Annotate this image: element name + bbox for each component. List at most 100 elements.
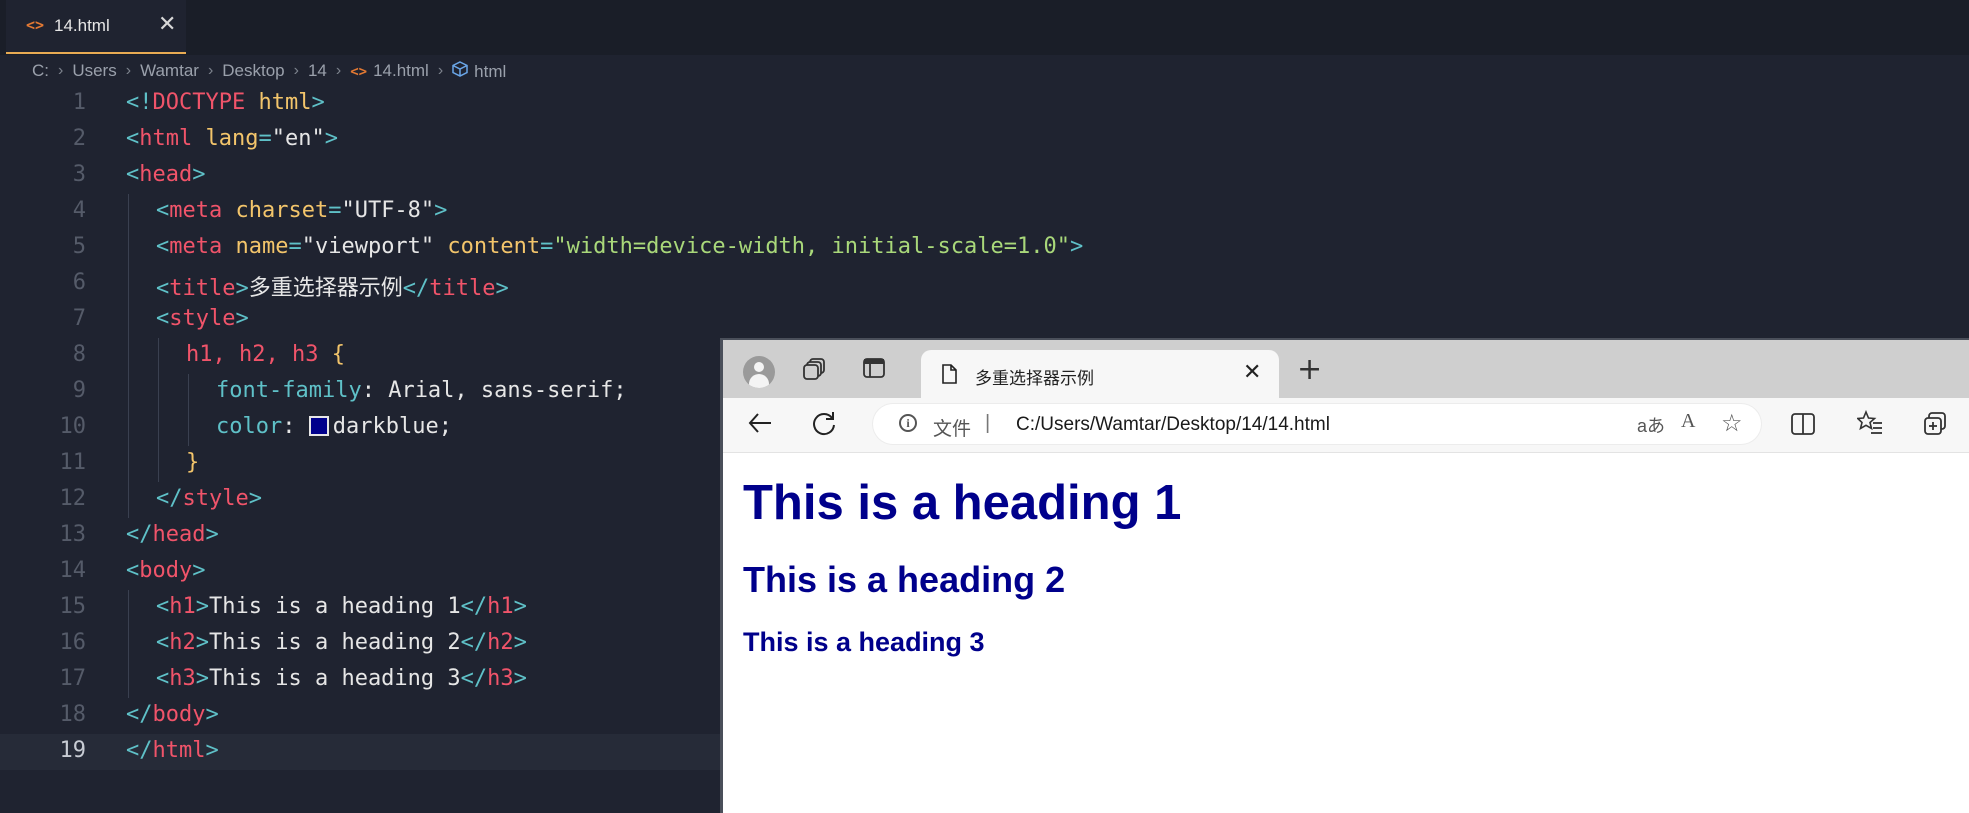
line-number: 2 xyxy=(72,126,86,151)
browser-tab[interactable]: 多重选择器示例 ✕ xyxy=(921,350,1279,398)
line-number: 1 xyxy=(72,90,86,115)
indent-guide xyxy=(158,410,159,446)
html-file-icon: <> xyxy=(26,16,45,34)
chevron-right-icon: › xyxy=(293,62,299,79)
indent-guide xyxy=(128,374,129,410)
close-icon[interactable]: ✕ xyxy=(158,12,176,37)
breadcrumb-item[interactable]: C: xyxy=(28,61,53,81)
breadcrumb-item[interactable]: Desktop xyxy=(218,61,288,81)
code-text: <!DOCTYPE html> xyxy=(126,90,325,115)
line-number: 9 xyxy=(72,378,86,403)
collections-icon[interactable] xyxy=(1923,412,1949,440)
code-token: meta xyxy=(169,198,223,223)
chevron-right-icon: › xyxy=(125,62,132,79)
code-token: h3 xyxy=(487,666,514,691)
line-number: 17 xyxy=(59,666,87,691)
code-text: </head> xyxy=(126,522,219,547)
star-icon[interactable]: ☆ xyxy=(1721,409,1743,437)
browser-tab-title: 多重选择器示例 xyxy=(975,369,1094,388)
code-token: h3 xyxy=(169,666,196,691)
heading-3: This is a heading 3 xyxy=(743,627,985,657)
url-text[interactable]: C:/Users/Wamtar/Desktop/14/14.html xyxy=(1016,414,1330,436)
indent-guide xyxy=(158,338,159,374)
breadcrumb-item-file[interactable]: <> 14.html xyxy=(346,61,433,81)
code-line: 2 <html lang="en"> xyxy=(0,122,1969,158)
web-page-content: This is a heading 1 This is a heading 2 … xyxy=(723,453,1969,813)
code-text: <meta name="viewport" content="width=dev… xyxy=(156,234,1084,259)
code-token: "en" xyxy=(271,126,325,151)
indent-guide xyxy=(128,446,129,482)
line-number: 6 xyxy=(72,270,86,295)
indent-guide xyxy=(128,662,129,698)
code-text: <head> xyxy=(126,162,206,187)
indent-guide xyxy=(128,590,129,626)
indent-guide xyxy=(128,626,129,662)
code-token: "width=device-width, initial-scale=1.0" xyxy=(553,234,1070,259)
back-arrow-icon[interactable] xyxy=(747,410,773,440)
code-line: 3 <head> xyxy=(0,158,1969,194)
line-number: 13 xyxy=(59,522,87,547)
code-text: <meta charset="UTF-8"> xyxy=(156,198,448,223)
editor-tab[interactable]: <> 14.html ✕ xyxy=(6,0,186,54)
breadcrumb-item[interactable]: 14 xyxy=(304,61,331,81)
code-text: h1, h2, h3 { xyxy=(186,342,345,367)
address-bar[interactable]: i 文件 | C:/Users/Wamtar/Desktop/14/14.htm… xyxy=(873,404,1761,444)
code-token: h2 xyxy=(487,630,514,655)
indent-guide xyxy=(188,410,189,446)
read-aloud-icon[interactable]: A xyxy=(1681,410,1695,433)
line-number: 18 xyxy=(59,702,87,727)
code-token: body xyxy=(139,558,193,583)
profile-avatar[interactable] xyxy=(743,356,775,388)
tab-actions-icon[interactable] xyxy=(863,358,885,382)
code-token: color xyxy=(216,414,283,439)
indent-guide xyxy=(128,302,129,338)
info-icon[interactable]: i xyxy=(899,414,917,432)
breadcrumb-item[interactable]: Wamtar xyxy=(136,61,203,81)
breadcrumb-item-element[interactable]: html xyxy=(448,60,510,82)
document-icon xyxy=(941,364,957,388)
indent-guide xyxy=(158,374,159,410)
breadcrumb-item[interactable]: Users xyxy=(68,61,120,81)
code-token: content xyxy=(447,234,541,259)
code-line: 1 <!DOCTYPE html> xyxy=(0,86,1969,122)
code-text: <body> xyxy=(126,558,206,583)
breadcrumb-item-label: 14.html xyxy=(373,61,429,80)
code-token: { xyxy=(331,342,345,367)
code-token: html xyxy=(258,90,312,115)
indent-guide xyxy=(128,230,129,266)
line-number: 14 xyxy=(59,558,87,583)
color-swatch[interactable] xyxy=(308,416,329,436)
new-tab-button[interactable]: + xyxy=(1297,352,1322,387)
html-file-icon: <> xyxy=(350,64,368,80)
translate-icon[interactable]: aあ xyxy=(1637,412,1665,438)
code-token: This is a heading 1 xyxy=(209,594,461,619)
favorites-icon[interactable] xyxy=(1855,409,1883,440)
chevron-right-icon: › xyxy=(58,62,64,79)
site-info-label[interactable]: 文件 xyxy=(933,414,971,441)
code-line: 7 <style> xyxy=(0,302,1969,338)
code-token: style xyxy=(182,486,249,511)
line-number: 10 xyxy=(59,414,87,439)
code-token: meta xyxy=(169,234,223,259)
code-token: head xyxy=(139,162,193,187)
code-token: DOCTYPE xyxy=(152,90,246,115)
refresh-icon[interactable] xyxy=(811,410,837,440)
code-text: font-family: Arial, sans-serif; xyxy=(216,378,627,403)
avatar-body xyxy=(749,374,769,388)
line-number: 8 xyxy=(72,342,86,367)
indent-guide xyxy=(128,482,129,518)
code-token: h1, h2, h3 xyxy=(186,342,319,367)
code-token: Arial, sans-serif; xyxy=(374,378,627,403)
code-token: This is a heading 2 xyxy=(209,630,461,655)
line-number: 7 xyxy=(72,306,86,331)
split-screen-icon[interactable] xyxy=(1791,413,1815,439)
code-text: <style> xyxy=(156,306,249,331)
code-token: h2 xyxy=(169,630,196,655)
close-icon[interactable]: ✕ xyxy=(1243,360,1261,385)
avatar-head xyxy=(754,362,764,372)
breadcrumb: C: › Users › Wamtar › Desktop › 14 › <> 1… xyxy=(28,58,510,84)
code-line: 6 <title>多重选择器示例</title> xyxy=(0,266,1969,302)
code-token: } xyxy=(186,450,200,475)
workspaces-icon[interactable] xyxy=(803,358,827,384)
code-token: charset xyxy=(235,198,329,223)
